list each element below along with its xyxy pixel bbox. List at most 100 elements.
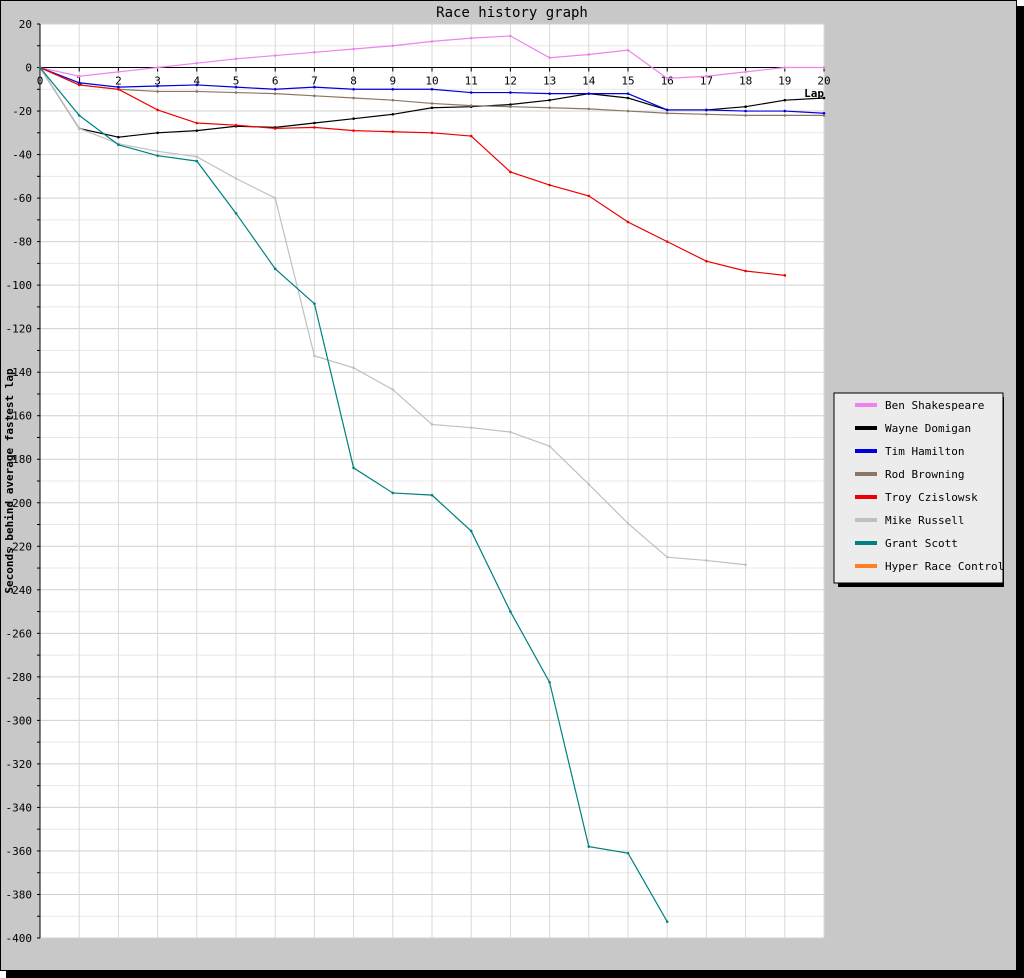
data-point bbox=[391, 113, 395, 116]
data-point bbox=[156, 84, 159, 88]
data-point bbox=[391, 491, 395, 495]
data-point bbox=[744, 563, 747, 567]
data-point bbox=[77, 74, 81, 78]
data-point bbox=[391, 388, 395, 391]
data-point bbox=[548, 92, 551, 95]
data-point bbox=[156, 150, 159, 153]
data-point bbox=[548, 98, 551, 102]
data-point bbox=[77, 127, 81, 130]
data-point bbox=[117, 70, 120, 74]
data-point bbox=[587, 845, 591, 848]
data-point bbox=[430, 131, 434, 135]
y-tick-label: 20 bbox=[19, 18, 32, 31]
x-axis-title: Lap bbox=[804, 87, 824, 100]
y-tick-label: -280 bbox=[6, 671, 33, 684]
x-tick-label: 8 bbox=[350, 75, 357, 88]
y-tick-label: -300 bbox=[6, 714, 33, 727]
y-tick-label: -120 bbox=[6, 323, 33, 336]
x-tick-label: 15 bbox=[621, 75, 634, 88]
data-point bbox=[352, 87, 355, 91]
x-tick-label: 11 bbox=[465, 75, 478, 88]
legend-swatch bbox=[855, 541, 877, 545]
x-tick-label: 12 bbox=[504, 75, 517, 88]
data-point bbox=[273, 54, 277, 57]
data-point bbox=[195, 159, 199, 163]
data-point bbox=[783, 98, 787, 102]
data-point bbox=[705, 113, 708, 116]
x-tick-label: 10 bbox=[425, 75, 438, 88]
x-tick-label: 19 bbox=[778, 75, 791, 88]
data-point bbox=[469, 104, 473, 107]
x-tick-label: 5 bbox=[233, 75, 240, 88]
x-tick-label: 6 bbox=[272, 75, 279, 88]
data-point bbox=[313, 50, 316, 54]
data-point bbox=[352, 366, 355, 370]
chart-title: Race history graph bbox=[436, 5, 588, 21]
data-point bbox=[234, 177, 238, 180]
data-point bbox=[548, 106, 551, 110]
data-point bbox=[509, 105, 512, 108]
data-point bbox=[117, 143, 120, 147]
data-point bbox=[469, 426, 473, 429]
legend: Ben Shakespeare Wayne Domigan Tim Hamilton… bbox=[833, 392, 1004, 587]
data-point bbox=[626, 851, 630, 855]
y-tick-label: -260 bbox=[6, 627, 33, 640]
data-point bbox=[587, 482, 591, 486]
data-point bbox=[195, 155, 199, 159]
data-point bbox=[626, 92, 630, 95]
y-tick-label: -320 bbox=[6, 758, 33, 771]
data-point bbox=[548, 183, 551, 187]
legend-swatch bbox=[855, 518, 877, 522]
data-point bbox=[587, 53, 591, 56]
legend-swatch bbox=[855, 403, 877, 407]
data-point bbox=[744, 70, 747, 74]
data-point bbox=[587, 107, 591, 111]
x-tick-label: 20 bbox=[817, 75, 830, 88]
data-point bbox=[783, 109, 787, 113]
data-point bbox=[77, 83, 81, 87]
data-point bbox=[430, 102, 434, 105]
data-point bbox=[352, 96, 355, 100]
data-point bbox=[352, 47, 355, 51]
data-point bbox=[587, 194, 591, 198]
data-point bbox=[587, 92, 591, 95]
data-point bbox=[744, 114, 747, 117]
data-point bbox=[273, 127, 277, 130]
data-point bbox=[234, 85, 238, 89]
data-point bbox=[626, 96, 630, 100]
data-point bbox=[430, 106, 434, 110]
legend-swatch bbox=[855, 449, 877, 453]
data-point bbox=[273, 196, 277, 200]
x-tick-label: 0 bbox=[37, 75, 44, 88]
data-point bbox=[195, 129, 199, 132]
race-history-chart: 200-20-40-60-80-100-120-140-160-180-200-… bbox=[3, 5, 1004, 945]
data-point bbox=[156, 131, 159, 135]
data-point bbox=[822, 66, 826, 69]
legend-label: Rod Browning bbox=[885, 468, 964, 481]
data-point bbox=[234, 91, 238, 94]
data-point bbox=[783, 274, 787, 277]
data-point bbox=[391, 87, 395, 91]
data-point bbox=[313, 354, 316, 358]
data-point bbox=[195, 121, 199, 125]
legend-swatch bbox=[855, 564, 877, 568]
legend-swatch bbox=[855, 426, 877, 430]
y-tick-label: -20 bbox=[12, 105, 32, 118]
grid-lines bbox=[39, 23, 825, 939]
data-point bbox=[783, 114, 787, 117]
data-point bbox=[509, 91, 512, 94]
data-point bbox=[705, 108, 708, 112]
data-point bbox=[117, 135, 120, 139]
y-tick-label: -380 bbox=[6, 888, 33, 901]
data-point bbox=[469, 529, 473, 533]
data-point bbox=[391, 130, 395, 134]
data-point bbox=[313, 126, 316, 129]
y-tick-label: 0 bbox=[25, 62, 32, 75]
data-point bbox=[352, 129, 355, 132]
data-point bbox=[705, 74, 708, 78]
y-tick-label: -360 bbox=[6, 845, 33, 858]
data-point bbox=[783, 66, 787, 69]
x-tick-label: 13 bbox=[543, 75, 556, 88]
data-point bbox=[626, 109, 630, 113]
data-point bbox=[665, 920, 669, 923]
